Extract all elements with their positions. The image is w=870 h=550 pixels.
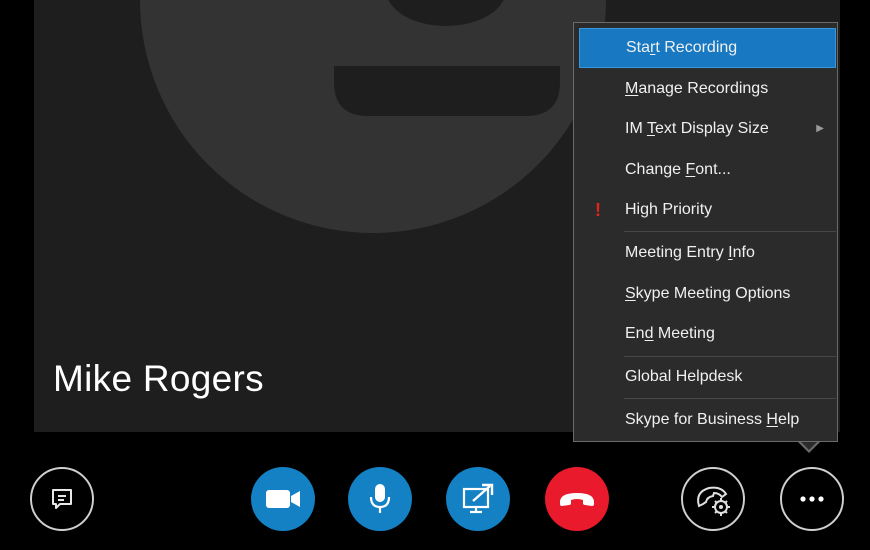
menu-item-high-priority[interactable]: ! High Priority xyxy=(579,190,836,230)
menu-item-global-helpdesk[interactable]: Global Helpdesk xyxy=(579,357,836,397)
menu-label-accelerator: T xyxy=(646,120,655,137)
chat-icon xyxy=(52,489,72,509)
menu-label-part: anage Recordings xyxy=(638,80,769,97)
submenu-arrow-icon: ▶ xyxy=(816,123,824,134)
participant-name: Mike Rogers xyxy=(53,358,264,399)
menu-item-skype-for-business-help[interactable]: Skype for Business Help xyxy=(579,400,836,440)
menu-label-part: ext Display Size xyxy=(654,120,769,137)
menu-label-part: elp xyxy=(777,411,800,428)
microphone-icon xyxy=(369,484,391,513)
menu-item-manage-recordings[interactable]: Manage Recordings xyxy=(579,69,836,109)
present-button[interactable] xyxy=(446,467,510,531)
more-options-icon xyxy=(800,496,824,502)
menu-item-start-recording[interactable]: Start Recording xyxy=(579,28,836,68)
menu-label-part: En xyxy=(625,325,645,342)
menu-label-part: Sta xyxy=(626,39,651,56)
menu-label-accelerator: F xyxy=(685,161,696,178)
avatar-body xyxy=(334,66,560,116)
menu-label-part: nfo xyxy=(732,244,755,261)
menu-item-im-text-display-size[interactable]: IM Text Display Size ▶ xyxy=(579,109,836,149)
menu-label-part: kype Meeting Options xyxy=(635,285,791,302)
high-priority-icon: ! xyxy=(595,200,601,220)
menu-label-accelerator: H xyxy=(766,411,778,428)
video-button[interactable] xyxy=(251,467,315,531)
menu-separator xyxy=(624,231,836,232)
menu-label-part: Skype for Business xyxy=(625,411,767,428)
hang-up-button[interactable] xyxy=(545,467,609,531)
avatar-circle xyxy=(140,0,606,233)
menu-label-part: Meeting xyxy=(653,325,715,342)
menu-label-part: Meeting Entry xyxy=(625,244,729,261)
more-options-button[interactable] xyxy=(780,467,844,531)
video-camera-icon xyxy=(266,490,300,508)
menu-item-meeting-entry-info[interactable]: Meeting Entry Info xyxy=(579,233,836,273)
menu-label-accelerator: M xyxy=(625,80,639,97)
menu-separator xyxy=(624,398,836,399)
menu-item-skype-meeting-options[interactable]: Skype Meeting Options xyxy=(579,274,836,314)
hang-up-icon xyxy=(560,493,594,506)
menu-label-part: t Recording xyxy=(655,39,738,56)
menu-label-part: Change xyxy=(625,161,686,178)
menu-label-part: IM xyxy=(625,120,647,137)
phone-settings-icon xyxy=(697,486,730,516)
microphone-button[interactable] xyxy=(348,467,412,531)
menu-label-part: High Priority xyxy=(625,201,713,218)
present-share-icon xyxy=(462,483,494,514)
menu-item-change-font[interactable]: Change Font... xyxy=(579,150,836,190)
more-options-menu: Start Recording Manage Recordings IM Tex… xyxy=(573,22,838,442)
menu-label-part: ont... xyxy=(695,161,731,178)
call-controls-button[interactable] xyxy=(681,467,745,531)
chat-button[interactable] xyxy=(30,467,94,531)
menu-label-part: Global Helpdesk xyxy=(625,368,743,385)
menu-item-end-meeting[interactable]: End Meeting xyxy=(579,314,836,354)
menu-label-accelerator: S xyxy=(625,285,636,302)
